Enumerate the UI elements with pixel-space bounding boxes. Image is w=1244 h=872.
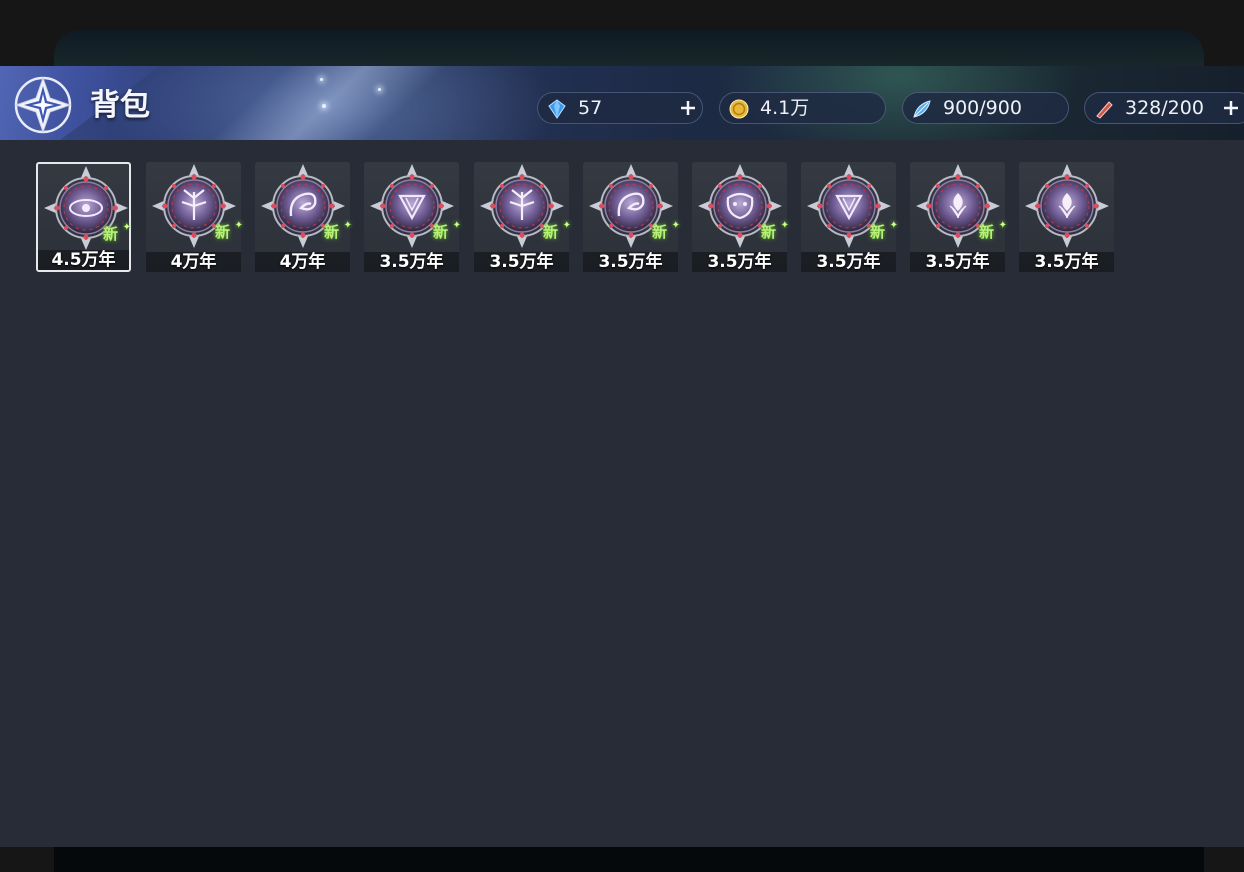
item-age-label: 3.5万年 bbox=[910, 252, 1005, 272]
page-title: 背包 bbox=[90, 88, 150, 123]
new-badge-label: 新 bbox=[652, 223, 668, 241]
inventory-item[interactable]: 新 ✦ 4万年 bbox=[146, 162, 243, 272]
item-age-label: 3.5万年 bbox=[692, 252, 787, 272]
background-bottom-strip bbox=[54, 846, 1204, 872]
inventory-item[interactable]: 新 ✦ 4万年 bbox=[255, 162, 352, 272]
new-badge: 新 ✦ bbox=[870, 220, 898, 242]
sparkle-icon: ✦ bbox=[452, 220, 461, 231]
new-badge-label: 新 bbox=[324, 223, 340, 241]
spirit-ring-emblem-icon bbox=[1025, 164, 1109, 248]
add-item-button[interactable] bbox=[1223, 100, 1239, 116]
item-age-label: 3.5万年 bbox=[474, 252, 569, 272]
inventory-item[interactable]: 新 ✦ 3.5万年 bbox=[692, 162, 789, 272]
sparkle-icon: ✦ bbox=[889, 220, 898, 231]
item-age-label: 4万年 bbox=[255, 252, 350, 272]
new-badge: 新 ✦ bbox=[215, 220, 243, 242]
new-badge-label: 新 bbox=[543, 223, 559, 241]
resource-item: 328/200 bbox=[1084, 92, 1244, 124]
inventory-item[interactable]: 新 ✦ 3.5万年 bbox=[583, 162, 680, 272]
inventory-item[interactable]: 3.5万年 bbox=[1019, 162, 1114, 272]
item-age-label: 4万年 bbox=[146, 252, 241, 272]
gold-coin-icon bbox=[729, 99, 749, 119]
new-badge-label: 新 bbox=[761, 223, 777, 241]
item-age-label: 3.5万年 bbox=[583, 252, 678, 272]
red-stick-icon bbox=[1096, 101, 1113, 119]
new-badge: 新 ✦ bbox=[433, 220, 461, 242]
item-age-label: 3.5万年 bbox=[364, 252, 459, 272]
new-badge: 新 ✦ bbox=[652, 220, 680, 242]
new-badge: 新 ✦ bbox=[979, 220, 1007, 242]
stamina-count: 900/900 bbox=[943, 97, 1022, 119]
resource-diamond: 57 bbox=[537, 92, 703, 124]
sparkle-icon: ✦ bbox=[998, 220, 1007, 231]
new-badge: 新 ✦ bbox=[761, 220, 789, 242]
sparkle-icon: ✦ bbox=[234, 220, 243, 231]
new-badge-label: 新 bbox=[103, 225, 119, 243]
blue-diamond-icon bbox=[548, 99, 566, 119]
new-badge-label: 新 bbox=[215, 223, 231, 241]
gold-count: 4.1万 bbox=[760, 97, 810, 119]
item-age-label: 3.5万年 bbox=[1019, 252, 1114, 272]
new-badge-label: 新 bbox=[870, 223, 886, 241]
sparkle-icon: ✦ bbox=[780, 220, 789, 231]
new-badge: 新 ✦ bbox=[103, 222, 131, 244]
inventory-item[interactable]: 新 ✦ 3.5万年 bbox=[801, 162, 898, 272]
inventory-item[interactable]: 新 ✦ 3.5万年 bbox=[474, 162, 571, 272]
new-badge-label: 新 bbox=[979, 223, 995, 241]
inventory-item[interactable]: 新 ✦ 3.5万年 bbox=[364, 162, 461, 272]
blue-feather-icon bbox=[913, 100, 931, 118]
new-badge: 新 ✦ bbox=[543, 220, 571, 242]
add-diamond-button[interactable] bbox=[680, 100, 696, 116]
sparkle-icon: ✦ bbox=[343, 220, 352, 231]
sparkle-icon: ✦ bbox=[562, 220, 571, 231]
four-point-star-emblem-icon bbox=[14, 76, 72, 134]
item-age-label: 3.5万年 bbox=[801, 252, 896, 272]
new-badge: 新 ✦ bbox=[324, 220, 352, 242]
sparkle-icon: ✦ bbox=[671, 220, 680, 231]
diamond-count: 57 bbox=[578, 97, 603, 119]
resource-gold: 4.1万 bbox=[719, 92, 886, 124]
inventory-item[interactable]: 新 ✦ 4.5万年 bbox=[36, 162, 131, 272]
sparkle-icon: ✦ bbox=[122, 222, 131, 233]
new-badge-label: 新 bbox=[433, 223, 449, 241]
item-age-label: 4.5万年 bbox=[38, 250, 129, 270]
inventory-item[interactable]: 新 ✦ 3.5万年 bbox=[910, 162, 1007, 272]
item-count: 328/200 bbox=[1125, 97, 1204, 119]
resource-stamina: 900/900 bbox=[902, 92, 1069, 124]
